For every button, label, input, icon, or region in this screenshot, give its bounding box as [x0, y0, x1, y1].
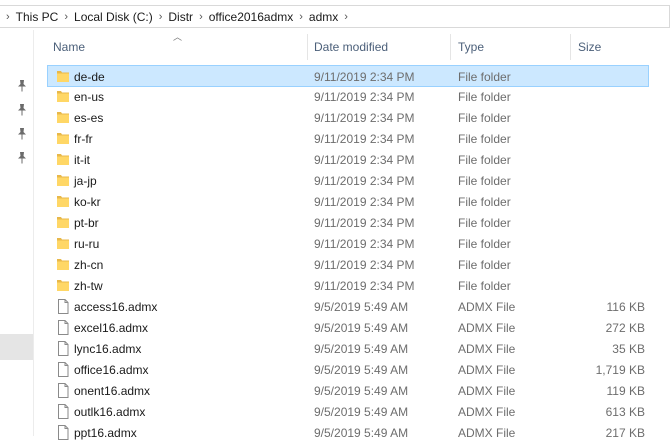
folder-icon	[57, 91, 69, 102]
file-row[interactable]: excel16.admx 9/5/2019 5:49 AM ADMX File 272…	[48, 317, 648, 338]
file-row[interactable]: outlk16.admx 9/5/2019 5:49 AM ADMX File 613…	[48, 401, 648, 422]
folder-row[interactable]: es-es 9/11/2019 2:34 PM File folder	[48, 107, 648, 128]
folder-row[interactable]: ja-jp 9/11/2019 2:34 PM File folder	[48, 170, 648, 191]
file-name: de-de	[74, 70, 105, 84]
file-type: ADMX File	[458, 426, 516, 440]
file-type: File folder	[458, 195, 511, 209]
file-date-modified: 9/11/2019 2:34 PM	[314, 70, 415, 84]
file-name: it-it	[74, 153, 90, 167]
file-type: ADMX File	[458, 405, 516, 419]
folder-icon	[57, 71, 69, 82]
file-type: ADMX File	[458, 321, 516, 335]
file-type: File folder	[458, 90, 511, 104]
file-date-modified: 9/11/2019 2:34 PM	[314, 132, 415, 146]
file-size: 217 KB	[605, 426, 645, 440]
file-name: lync16.admx	[74, 342, 142, 356]
file-date-modified: 9/5/2019 5:49 AM	[314, 384, 409, 398]
file-size: 119 KB	[606, 384, 645, 398]
file-size: 116 KB	[606, 300, 645, 314]
file-date-modified: 9/5/2019 5:49 AM	[314, 321, 409, 335]
file-type: File folder	[458, 174, 511, 188]
file-icon	[58, 383, 69, 398]
folder-icon	[57, 217, 69, 228]
file-type: File folder	[458, 237, 511, 251]
file-date-modified: 9/11/2019 2:34 PM	[314, 153, 415, 167]
file-name: es-es	[74, 111, 104, 125]
file-name: outlk16.admx	[74, 405, 146, 419]
file-type: File folder	[458, 216, 511, 230]
file-type: ADMX File	[458, 363, 516, 377]
file-size: 35 KB	[612, 342, 645, 356]
file-name: onent16.admx	[74, 384, 151, 398]
file-icon	[58, 341, 69, 356]
file-type: File folder	[458, 153, 511, 167]
file-date-modified: 9/11/2019 2:34 PM	[314, 174, 415, 188]
file-date-modified: 9/5/2019 5:49 AM	[314, 363, 409, 377]
file-row[interactable]: onent16.admx 9/5/2019 5:49 AM ADMX File 119…	[48, 380, 648, 401]
file-date-modified: 9/5/2019 5:49 AM	[314, 405, 409, 419]
file-name: en-us	[74, 90, 105, 104]
file-date-modified: 9/11/2019 2:34 PM	[314, 279, 415, 293]
folder-row[interactable]: zh-cn 9/11/2019 2:34 PM File folder	[48, 254, 648, 275]
folder-icon	[57, 196, 69, 207]
file-date-modified: 9/11/2019 2:34 PM	[314, 237, 415, 251]
file-name: ru-ru	[74, 237, 100, 251]
file-type: ADMX File	[458, 300, 516, 314]
file-icon	[58, 320, 69, 335]
file-row[interactable]: office16.admx 9/5/2019 5:49 AM ADMX File 1,…	[48, 359, 648, 380]
file-size: 613 KB	[605, 405, 645, 419]
file-name: ja-jp	[74, 174, 97, 188]
folder-row[interactable]: de-de 9/11/2019 2:34 PM File folder	[47, 65, 649, 87]
file-name: pt-br	[74, 216, 99, 230]
folder-row[interactable]: zh-tw 9/11/2019 2:34 PM File folder	[48, 275, 648, 296]
file-date-modified: 9/11/2019 2:34 PM	[314, 90, 415, 104]
file-row[interactable]: lync16.admx 9/5/2019 5:49 AM ADMX File 35 K…	[48, 338, 648, 359]
folder-row[interactable]: ru-ru 9/11/2019 2:34 PM File folder	[48, 233, 648, 254]
folder-row[interactable]: pt-br 9/11/2019 2:34 PM File folder	[48, 212, 648, 233]
file-list: de-de 9/11/2019 2:34 PM File folder en-us 9/…	[0, 0, 671, 440]
file-name: access16.admx	[74, 300, 158, 314]
file-name: ppt16.admx	[74, 426, 137, 440]
file-date-modified: 9/5/2019 5:49 AM	[314, 342, 409, 356]
folder-icon	[57, 133, 69, 144]
folder-icon	[57, 154, 69, 165]
file-icon	[58, 299, 69, 314]
file-name: zh-tw	[74, 279, 103, 293]
file-icon	[58, 362, 69, 377]
file-icon	[58, 425, 69, 440]
file-date-modified: 9/5/2019 5:49 AM	[314, 300, 409, 314]
file-name: ko-kr	[74, 195, 101, 209]
file-name: fr-fr	[74, 132, 93, 146]
folder-icon	[57, 280, 69, 291]
file-name: zh-cn	[74, 258, 104, 272]
file-type: ADMX File	[458, 342, 516, 356]
folder-icon	[57, 238, 69, 249]
file-date-modified: 9/5/2019 5:49 AM	[314, 426, 409, 440]
folder-row[interactable]: it-it 9/11/2019 2:34 PM File folder	[48, 149, 648, 170]
file-type: File folder	[458, 258, 511, 272]
file-size: 272 KB	[605, 321, 645, 335]
folder-row[interactable]: en-us 9/11/2019 2:34 PM File folder	[48, 86, 648, 107]
file-date-modified: 9/11/2019 2:34 PM	[314, 216, 415, 230]
file-icon	[58, 404, 69, 419]
file-row[interactable]: ppt16.admx 9/5/2019 5:49 AM ADMX File 217 K…	[48, 422, 648, 443]
file-size: 1,719 KB	[595, 363, 645, 377]
file-date-modified: 9/11/2019 2:34 PM	[314, 258, 415, 272]
folder-icon	[57, 175, 69, 186]
file-type: ADMX File	[458, 384, 516, 398]
folder-row[interactable]: ko-kr 9/11/2019 2:34 PM File folder	[48, 191, 648, 212]
file-name: office16.admx	[74, 363, 149, 377]
file-type: File folder	[458, 70, 511, 84]
file-row[interactable]: access16.admx 9/5/2019 5:49 AM ADMX File 11…	[48, 296, 648, 317]
file-type: File folder	[458, 279, 511, 293]
file-name: excel16.admx	[74, 321, 149, 335]
file-type: File folder	[458, 132, 511, 146]
folder-row[interactable]: fr-fr 9/11/2019 2:34 PM File folder	[48, 128, 648, 149]
file-date-modified: 9/11/2019 2:34 PM	[314, 195, 415, 209]
folder-icon	[57, 112, 69, 123]
folder-icon	[57, 259, 69, 270]
file-date-modified: 9/11/2019 2:34 PM	[314, 111, 415, 125]
file-type: File folder	[458, 111, 511, 125]
